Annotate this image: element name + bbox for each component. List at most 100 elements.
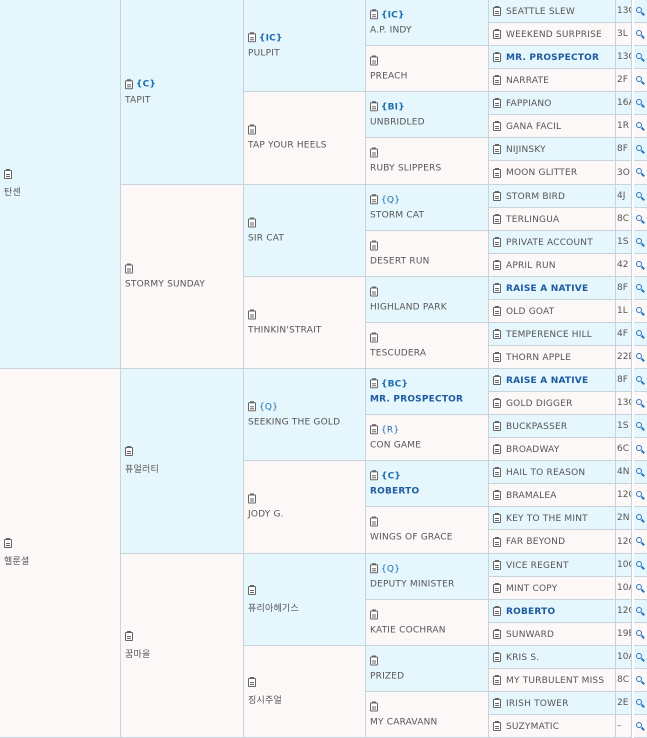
clipboard-icon[interactable] (370, 101, 378, 112)
clipboard-icon[interactable] (493, 237, 501, 247)
horse-name[interactable]: KATIE COCHRAN (370, 625, 446, 635)
horse-name[interactable]: FAR BEYOND (506, 537, 615, 547)
clipboard-icon[interactable] (493, 375, 501, 385)
clipboard-icon[interactable] (125, 78, 133, 89)
search-button[interactable] (634, 369, 647, 392)
clipboard-icon[interactable] (493, 352, 501, 362)
horse-name[interactable]: 헬룬셜 (4, 554, 29, 567)
clipboard-icon[interactable] (493, 260, 501, 270)
clipboard-icon[interactable] (248, 676, 256, 687)
search-button[interactable] (634, 438, 647, 461)
search-button[interactable] (634, 577, 647, 600)
clipboard-icon[interactable] (493, 144, 501, 154)
horse-name[interactable]: TEMPERENCE HILL (506, 330, 615, 340)
horse-name[interactable]: DEPUTY MINISTER (370, 579, 454, 589)
clipboard-icon[interactable] (370, 701, 378, 711)
search-button[interactable] (634, 161, 647, 185)
clipboard-icon[interactable] (493, 698, 501, 708)
clipboard-icon[interactable] (493, 513, 501, 523)
clipboard-icon[interactable] (370, 655, 378, 665)
horse-name[interactable]: KRIS S. (506, 653, 615, 663)
search-button[interactable] (634, 208, 647, 231)
horse-name[interactable]: OLD GOAT (506, 307, 615, 317)
search-button[interactable] (634, 646, 647, 669)
horse-name[interactable]: PRIVATE ACCOUNT (506, 238, 615, 248)
horse-name[interactable]: TERLINGUA (506, 215, 615, 225)
search-button[interactable] (634, 530, 647, 554)
horse-name[interactable]: WEEKEND SURPRISE (506, 30, 615, 40)
horse-name[interactable]: MR. PROSPECTOR (370, 394, 463, 404)
search-button[interactable] (634, 323, 647, 346)
search-button[interactable] (634, 484, 647, 507)
clipboard-icon[interactable] (493, 490, 501, 500)
horse-name[interactable]: UNBRIDLED (370, 117, 425, 127)
horse-name[interactable]: PREACH (370, 71, 408, 81)
clipboard-icon[interactable] (370, 516, 378, 527)
search-button[interactable] (634, 623, 647, 646)
search-button[interactable] (634, 600, 647, 623)
horse-name[interactable]: GANA FACIL (506, 122, 615, 132)
search-button[interactable] (634, 69, 647, 92)
search-button[interactable] (634, 277, 647, 300)
horse-name[interactable]: BUCKPASSER (506, 422, 615, 432)
horse-name[interactable]: STORMY SUNDAY (125, 279, 205, 289)
clipboard-icon[interactable] (493, 721, 501, 731)
horse-name[interactable]: JODY G. (248, 510, 284, 520)
horse-name[interactable]: NIJINSKY (506, 145, 615, 155)
clipboard-icon[interactable] (493, 583, 501, 593)
search-button[interactable] (634, 115, 647, 138)
horse-name[interactable]: A.P. INDY (370, 25, 412, 35)
clipboard-icon[interactable] (4, 538, 12, 548)
clipboard-icon[interactable] (370, 470, 378, 481)
clipboard-icon[interactable] (248, 401, 256, 412)
clipboard-icon[interactable] (125, 446, 133, 456)
search-button[interactable] (634, 669, 647, 692)
clipboard-icon[interactable] (493, 444, 501, 454)
clipboard-icon[interactable] (248, 309, 256, 319)
horse-name[interactable]: THINKIN'STRAIT (248, 325, 322, 335)
search-button[interactable] (634, 415, 647, 438)
search-button[interactable] (634, 138, 647, 161)
search-button[interactable] (634, 461, 647, 484)
horse-name[interactable]: RAISE A NATIVE (506, 376, 615, 386)
horse-name[interactable]: 꿈마을 (125, 647, 150, 660)
search-button[interactable] (634, 231, 647, 254)
horse-name[interactable]: 퓨리아헤기스 (248, 601, 299, 614)
clipboard-icon[interactable] (493, 75, 501, 85)
search-button[interactable] (634, 92, 647, 115)
clipboard-icon[interactable] (493, 52, 501, 62)
search-button[interactable] (634, 254, 647, 277)
horse-name[interactable]: TAPIT (125, 95, 156, 105)
clipboard-icon[interactable] (248, 584, 256, 595)
clipboard-icon[interactable] (370, 147, 378, 158)
horse-name[interactable]: CON GAME (370, 440, 421, 450)
horse-name[interactable]: WINGS OF GRACE (370, 533, 453, 543)
horse-name[interactable]: ROBERTO (506, 607, 615, 617)
clipboard-icon[interactable] (370, 55, 378, 65)
horse-name[interactable]: DESERT RUN (370, 256, 430, 266)
clipboard-icon[interactable] (370, 286, 378, 296)
horse-name[interactable]: MOON GLITTER (506, 168, 615, 178)
clipboard-icon[interactable] (493, 214, 501, 224)
clipboard-icon[interactable] (125, 630, 133, 641)
clipboard-icon[interactable] (493, 98, 501, 108)
clipboard-icon[interactable] (248, 32, 256, 43)
clipboard-icon[interactable] (493, 398, 501, 408)
clipboard-icon[interactable] (493, 629, 501, 639)
horse-name[interactable]: 탄센 (4, 185, 21, 198)
horse-name[interactable]: SUNWARD (506, 630, 615, 640)
horse-name[interactable]: THORN APPLE (506, 353, 615, 363)
clipboard-icon[interactable] (493, 467, 501, 477)
clipboard-icon[interactable] (493, 560, 501, 570)
clipboard-icon[interactable] (493, 329, 501, 339)
clipboard-icon[interactable] (125, 263, 133, 273)
horse-name[interactable]: NARRATE (506, 76, 615, 86)
clipboard-icon[interactable] (370, 240, 378, 250)
horse-name[interactable]: GOLD DIGGER (506, 399, 615, 409)
horse-name[interactable]: SEEKING THE GOLD (248, 417, 340, 427)
search-button[interactable] (634, 46, 647, 69)
clipboard-icon[interactable] (370, 194, 378, 205)
clipboard-icon[interactable] (493, 121, 501, 131)
horse-name[interactable]: SIR CAT (248, 233, 284, 243)
horse-name[interactable]: HAIL TO REASON (506, 468, 615, 478)
